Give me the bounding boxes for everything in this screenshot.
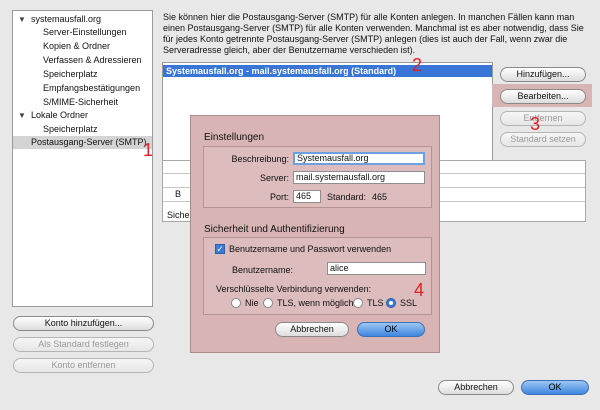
tree-item-label: Verfassen & Adressieren [43,55,142,65]
encryption-radio-tls-if-possible[interactable] [263,298,273,308]
server-field[interactable]: mail.systemausfall.org [293,171,425,184]
dialog-ok-button[interactable]: OK [357,322,425,337]
disclosure-triangle-icon[interactable]: ▼ [18,13,26,26]
standard-port-value: 465 [372,192,388,202]
username-field[interactable]: alice [327,262,426,275]
detail-label: Sicher [167,210,193,220]
standard-port-label: Standard: [327,192,367,202]
tree-item-smime[interactable]: S/MIME-Sicherheit [13,96,152,109]
smtp-edit-dialog: Einstellungen Beschreibung: Systemausfal… [190,115,440,353]
cancel-button[interactable]: Abbrechen [438,380,514,395]
encryption-radio-tls[interactable] [353,298,363,308]
ok-button[interactable]: OK [521,380,589,395]
server-label: Server: [259,173,289,183]
encryption-option-label: TLS, wenn möglich [277,298,354,308]
settings-heading: Einstellungen [204,132,265,143]
set-default-account-button[interactable]: Als Standard festlegen [13,337,154,352]
add-server-button[interactable]: Hinzufügen... [500,67,586,82]
use-auth-label: Benutzername und Passwort verwenden [229,244,392,254]
set-default-server-button[interactable]: Standard setzen [500,132,586,147]
tree-item-label: systemausfall.org [31,14,102,24]
tree-item-label: Server-Einstellungen [43,27,127,37]
tree-item-label: Postausgang-Server (SMTP) [31,137,147,147]
tree-item-label: Lokale Ordner [31,110,89,120]
disclosure-triangle-icon[interactable]: ▼ [18,109,26,122]
tree-item-outgoing-server[interactable]: Postausgang-Server (SMTP) [13,136,152,149]
security-panel: ✓ Benutzername und Passwort verwenden Be… [203,237,432,315]
step-marker-3: 3 [530,114,541,134]
remove-server-button[interactable]: Entfernen [500,111,586,126]
smtp-server-row[interactable]: Systemausfall.org - mail.systemausfall.o… [163,65,492,77]
dialog-cancel-button[interactable]: Abbrechen [275,322,349,337]
remove-account-button[interactable]: Konto entfernen [13,358,154,373]
encryption-radio-never[interactable] [231,298,241,308]
tree-item-label: Speicherplatz [43,124,98,134]
settings-panel: Beschreibung: Systemausfall.org Server: … [203,146,432,208]
edit-server-button[interactable]: Bearbeiten... [500,89,586,104]
tree-item-server-settings[interactable]: Server-Einstellungen [13,26,152,39]
encryption-label: Verschlüsselte Verbindung verwenden: [216,284,372,294]
port-label: Port: [269,192,289,202]
username-label: Benutzername: [232,265,294,275]
tree-item-local-folders[interactable]: ▼ Lokale Ordner [13,109,152,122]
step-marker-2: 2 [412,55,423,75]
step-marker-4: 4 [414,280,425,300]
step-marker-1: 1 [143,140,154,160]
tree-item-label: S/MIME-Sicherheit [43,97,119,107]
encryption-radio-ssl[interactable] [386,298,396,308]
account-tree[interactable]: ▼ systemausfall.org Server-Einstellungen… [12,10,153,307]
description-field[interactable]: Systemausfall.org [293,152,425,165]
tree-item-label: Speicherplatz [43,69,98,79]
port-field[interactable]: 465 [293,190,321,203]
tree-item-copies-folders[interactable]: Kopien & Ordner [13,40,152,53]
encryption-option-label: Nie [245,298,259,308]
encryption-option-label: TLS [367,298,384,308]
use-auth-checkbox[interactable]: ✓ [215,244,225,254]
security-heading: Sicherheit und Authentifizierung [204,224,345,235]
description-label: Beschreibung: [231,154,289,164]
add-account-button[interactable]: Konto hinzufügen... [13,316,154,331]
tree-item-label: Kopien & Ordner [43,41,111,51]
intro-text: Sie können hier die Postausgang-Server (… [163,12,584,55]
tree-item-account[interactable]: ▼ systemausfall.org [13,13,152,26]
tree-item-local-disk-space[interactable]: Speicherplatz [13,123,152,136]
tree-item-composition[interactable]: Verfassen & Adressieren [13,54,152,67]
tree-item-label: Empfangsbestätigungen [43,83,141,93]
tree-item-receipts[interactable]: Empfangsbestätigungen [13,82,152,95]
tree-item-disk-space[interactable]: Speicherplatz [13,68,152,81]
detail-label: B [175,189,182,199]
